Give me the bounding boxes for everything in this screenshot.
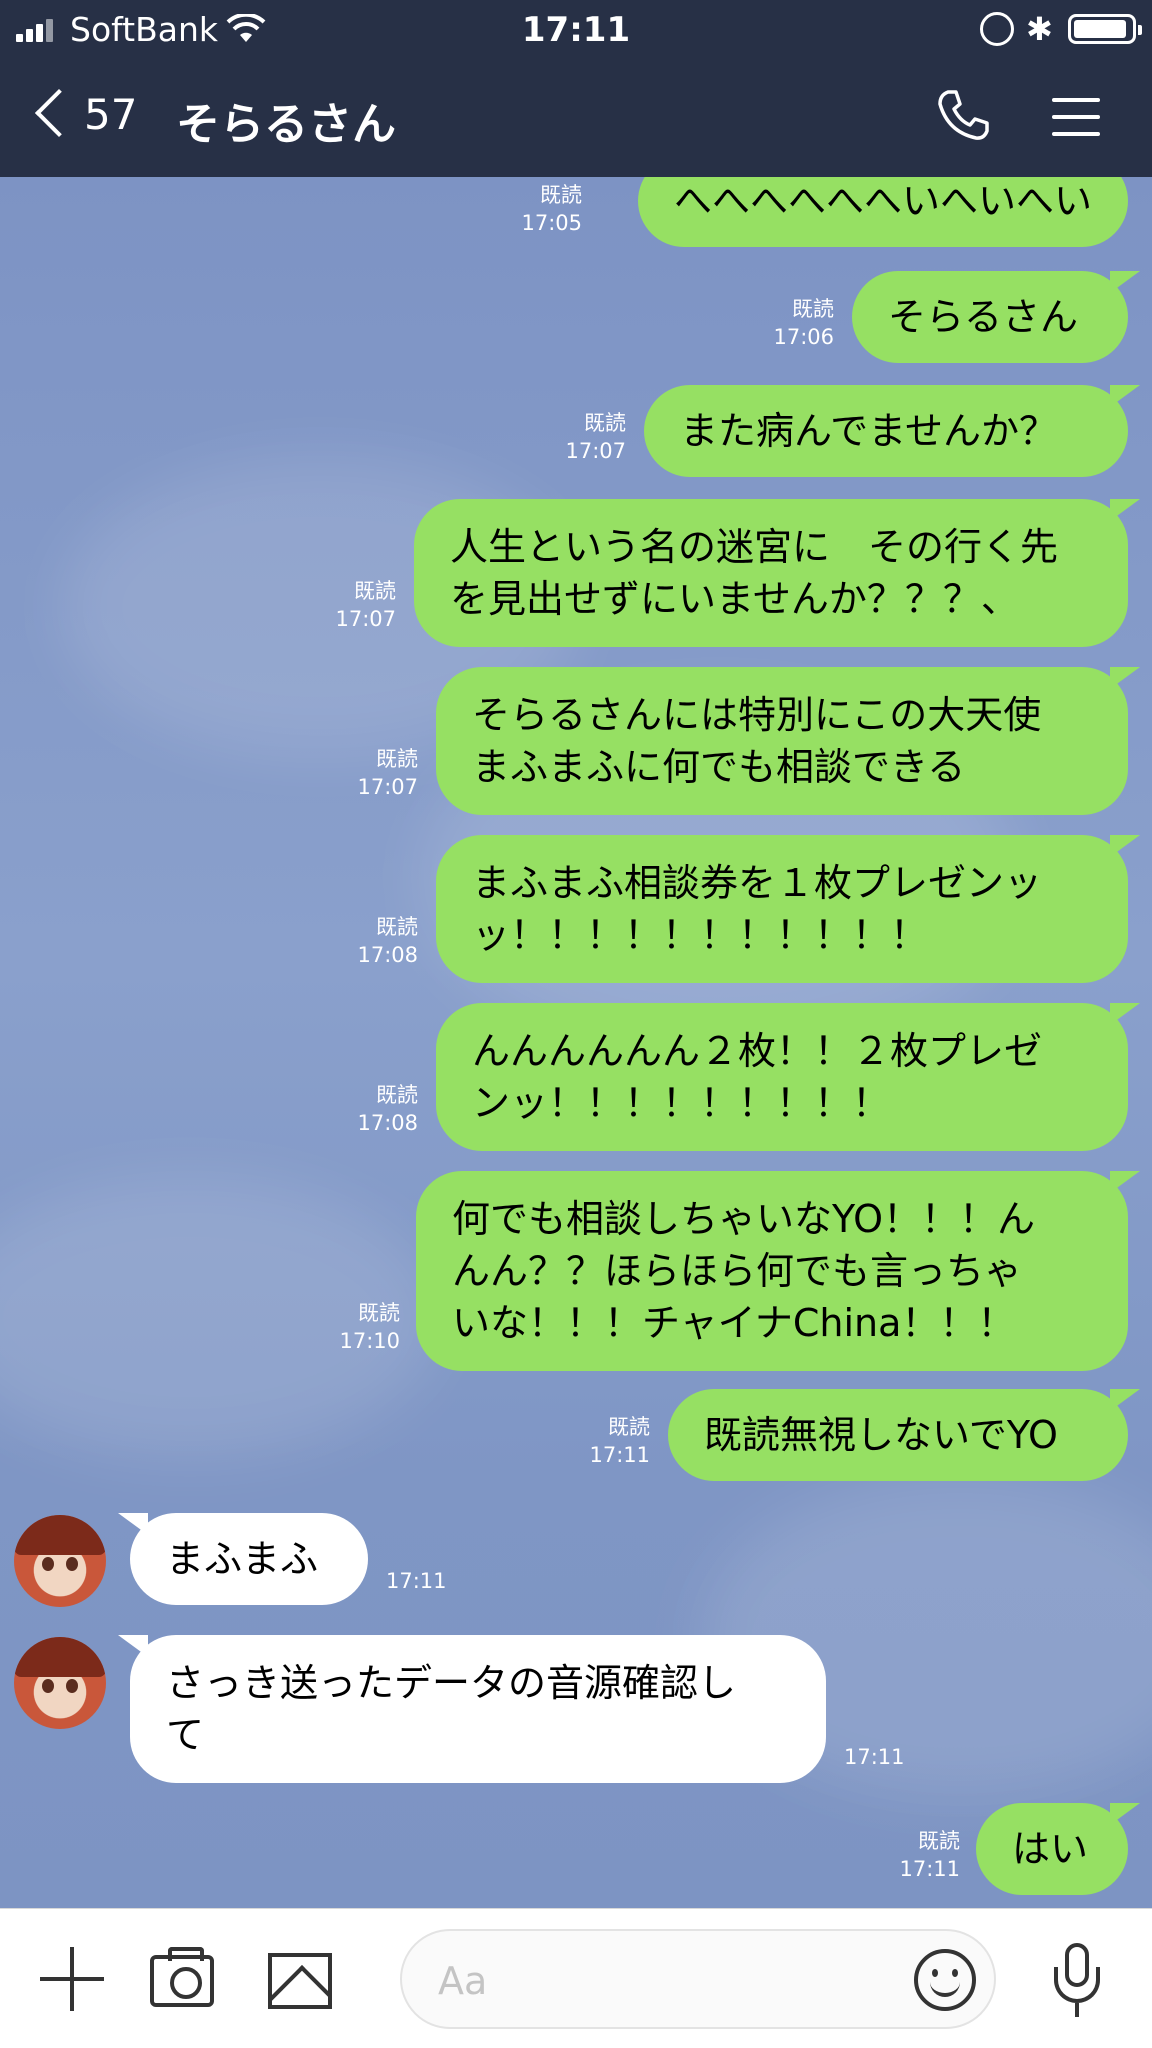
message-input[interactable]: Aa xyxy=(400,1929,996,2029)
rotation-lock-icon xyxy=(980,12,1014,46)
message-bubble[interactable]: 何でも相談しちゃいなYO！！！ん んん？？ほらほら何でも言っちゃ いな！！！チャ… xyxy=(416,1171,1140,1371)
chat-title: そらるさん xyxy=(176,99,396,150)
status-bar: SoftBank 17:11 ✱ xyxy=(0,0,1152,58)
avatar[interactable] xyxy=(14,1637,106,1729)
incoming-message[interactable]: さっき送ったデータの音源確認し て xyxy=(118,1635,826,1783)
top-bar: SoftBank 17:11 ✱ 57 そらるさん xyxy=(0,0,1152,177)
outgoing-message[interactable]: そらるさん xyxy=(852,271,1140,363)
avatar[interactable] xyxy=(14,1515,106,1607)
message-bubble[interactable]: そらるさんには特別にこの大天使 まふまふに何でも相談できる xyxy=(436,667,1140,815)
message-bubble[interactable]: 人生という名の迷宮に その行く先 を見出せずにいませんか？？？、 xyxy=(414,499,1140,647)
message-bubble[interactable]: 既読無視しないでYO xyxy=(668,1389,1140,1481)
emoji-icon[interactable] xyxy=(914,1949,976,2011)
message-bubble[interactable]: へへへへへへいへいへい xyxy=(638,177,1128,247)
read-receipt: 既読 17:07 xyxy=(565,411,626,463)
input-placeholder: Aa xyxy=(438,1959,488,2003)
outgoing-message[interactable]: はい xyxy=(976,1803,1140,1895)
read-receipt: 既読 17:08 xyxy=(357,1083,418,1135)
message-bubble[interactable]: そらるさん xyxy=(852,271,1140,363)
read-receipt: 既読 17:07 xyxy=(335,579,396,631)
battery-icon xyxy=(1068,14,1142,44)
message-time: 17:11 xyxy=(844,1745,905,1769)
hamburger-menu-icon[interactable] xyxy=(1052,98,1100,136)
read-receipt: 既読 17:08 xyxy=(357,915,418,967)
incoming-message[interactable]: まふまふ xyxy=(118,1513,368,1605)
read-receipt: 既読 17:07 xyxy=(357,747,418,799)
outgoing-message[interactable]: また病んでませんか？ xyxy=(644,385,1140,477)
camera-icon[interactable] xyxy=(150,1947,214,2007)
chat-header: 57 そらるさん xyxy=(0,58,1152,177)
read-receipt: 既読 17:11 xyxy=(589,1415,650,1467)
outgoing-message[interactable]: 何でも相談しちゃいなYO！！！ん んん？？ほらほら何でも言っちゃ いな！！！チャ… xyxy=(416,1171,1140,1371)
read-receipt: 既読 17:06 xyxy=(773,297,834,349)
read-receipt: 既読 17:05 xyxy=(521,183,582,235)
read-receipt: 既読 17:11 xyxy=(899,1829,960,1881)
message-bubble[interactable]: まふまふ相談券を１枚プレゼンッ ッ！！！！！！！！！！！ xyxy=(436,835,1140,983)
message-bubble[interactable]: んんんんんん２枚！！２枚プレゼ ンッ！！！！！！！！！ xyxy=(436,1003,1140,1151)
image-icon[interactable] xyxy=(268,1953,332,2009)
phone-icon[interactable] xyxy=(934,86,992,144)
outgoing-message[interactable]: 既読無視しないでYO xyxy=(668,1389,1140,1481)
outgoing-message[interactable]: んんんんんん２枚！！２枚プレゼ ンッ！！！！！！！！！ xyxy=(436,1003,1140,1151)
message-bubble[interactable]: また病んでませんか？ xyxy=(644,385,1140,477)
plus-icon[interactable] xyxy=(40,1947,104,2011)
back-count[interactable]: 57 xyxy=(84,90,137,139)
chevron-left-icon[interactable] xyxy=(34,88,84,138)
outgoing-message[interactable]: 人生という名の迷宮に その行く先 を見出せずにいませんか？？？、 xyxy=(414,499,1140,647)
outgoing-message[interactable]: まふまふ相談券を１枚プレゼンッ ッ！！！！！！！！！！！ xyxy=(436,835,1140,983)
bluetooth-icon: ✱ xyxy=(1026,10,1053,48)
chat-area[interactable]: 既読 17:05 へへへへへへいへいへい 既読 17:06 そらるさん 既読 17:0… xyxy=(0,177,1152,1908)
outgoing-message[interactable]: へへへへへへいへいへい xyxy=(638,177,1128,247)
message-time: 17:11 xyxy=(386,1569,447,1593)
input-bar: Aa xyxy=(0,1908,1152,2048)
read-receipt: 既読 17:10 xyxy=(339,1301,400,1353)
microphone-icon[interactable] xyxy=(1052,1943,1102,2019)
outgoing-message[interactable]: そらるさんには特別にこの大天使 まふまふに何でも相談できる xyxy=(436,667,1140,815)
message-bubble[interactable]: はい xyxy=(976,1803,1140,1895)
